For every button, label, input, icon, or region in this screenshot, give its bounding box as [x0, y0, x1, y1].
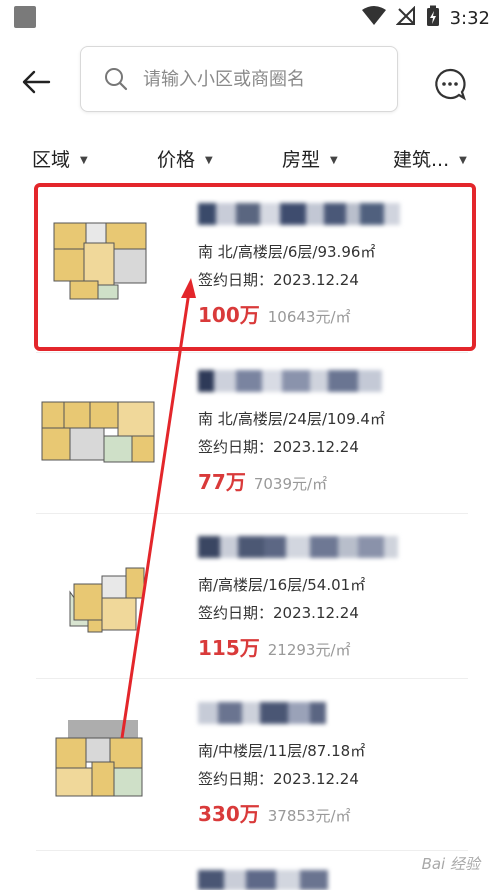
listing-price: 330万 — [198, 802, 260, 826]
listing-title-blurred — [198, 203, 400, 227]
listing-price-row: 77万 7039元/㎡ — [198, 466, 327, 495]
caret-down-icon: ▼ — [205, 154, 213, 166]
listing-title-blurred-partial — [198, 870, 328, 890]
listing-spec: 南/中楼层/11层/87.18㎡ — [198, 742, 366, 760]
listing-title-blurred — [198, 702, 326, 726]
caret-down-icon: ▼ — [330, 154, 338, 166]
listing-price-row: 100万 10643元/㎡ — [198, 299, 351, 328]
listing-sign-date: 签约日期：2023.12.24 — [198, 604, 359, 622]
search-bar[interactable] — [80, 46, 398, 112]
listing-price-row: 115万 21293元/㎡ — [198, 632, 351, 661]
filter-label: 建筑... — [393, 148, 450, 171]
filter-bar: 区域 ▼ 价格 ▼ 房型 ▼ 建筑... ▼ — [0, 138, 500, 178]
listing-title-blurred — [198, 536, 398, 560]
divider — [36, 513, 468, 514]
listing-sign-date: 签约日期：2023.12.24 — [198, 438, 359, 456]
filter-layout[interactable]: 房型 ▼ — [282, 138, 338, 178]
divider — [36, 678, 468, 679]
app-notification-icon — [14, 6, 36, 28]
caret-down-icon: ▼ — [80, 154, 88, 166]
listing-unit-price: 7039元/㎡ — [253, 475, 328, 493]
listing-unit-price: 37853元/㎡ — [267, 807, 351, 825]
listing-spec: 南 北/高楼层/6层/93.96㎡ — [198, 243, 376, 261]
back-button[interactable] — [18, 64, 54, 100]
listing-item[interactable]: 南 北/高楼层/24层/109.4㎡ 签约日期：2023.12.24 77万 7… — [30, 352, 470, 512]
watermark: Bai 经验 — [421, 855, 480, 873]
filter-building[interactable]: 建筑... ▼ — [393, 138, 467, 178]
status-icons: 3:32 — [361, 4, 490, 32]
signal-off-icon — [395, 5, 416, 30]
filter-label: 价格 — [157, 148, 196, 171]
filter-district[interactable]: 区域 ▼ — [32, 138, 88, 178]
listing-price-row: 330万 37853元/㎡ — [198, 798, 351, 827]
floorplan-thumbnail — [44, 710, 160, 810]
caret-down-icon: ▼ — [459, 154, 467, 166]
filter-label: 区域 — [32, 148, 71, 171]
search-input[interactable] — [143, 68, 383, 90]
listing-item[interactable]: 南/中楼层/11层/87.18㎡ 签约日期：2023.12.24 330万 37… — [30, 684, 470, 844]
battery-charging-icon — [426, 5, 440, 31]
wifi-icon — [361, 6, 386, 30]
listing-sign-date: 签约日期：2023.12.24 — [198, 271, 359, 289]
back-arrow-icon — [22, 70, 51, 94]
listing-title-blurred — [198, 370, 382, 394]
listing-unit-price: 10643元/㎡ — [267, 308, 351, 326]
status-bar: 3:32 — [0, 0, 500, 36]
listing-spec: 南 北/高楼层/24层/109.4㎡ — [198, 410, 385, 428]
top-bar — [0, 36, 500, 126]
divider — [36, 850, 468, 851]
listing-item[interactable]: 南 北/高楼层/6层/93.96㎡ 签约日期：2023.12.24 100万 1… — [30, 185, 470, 345]
listing-item[interactable]: 南/高楼层/16层/54.01㎡ 签约日期：2023.12.24 115万 21… — [30, 518, 470, 678]
filter-price[interactable]: 价格 ▼ — [157, 138, 213, 178]
listing-spec: 南/高楼层/16层/54.01㎡ — [198, 576, 366, 594]
listing-sign-date: 签约日期：2023.12.24 — [198, 770, 359, 788]
floorplan-thumbnail — [38, 380, 162, 476]
search-icon — [101, 64, 131, 94]
listing-price: 100万 — [198, 303, 260, 327]
listing-price: 115万 — [198, 636, 260, 660]
floorplan-thumbnail — [40, 552, 160, 642]
listing-price: 77万 — [198, 470, 246, 494]
floorplan-thumbnail — [48, 215, 152, 303]
filter-label: 房型 — [282, 148, 321, 171]
listing-unit-price: 21293元/㎡ — [267, 641, 351, 659]
status-time: 3:32 — [449, 7, 490, 29]
message-icon — [435, 68, 466, 101]
message-button[interactable] — [430, 64, 470, 104]
